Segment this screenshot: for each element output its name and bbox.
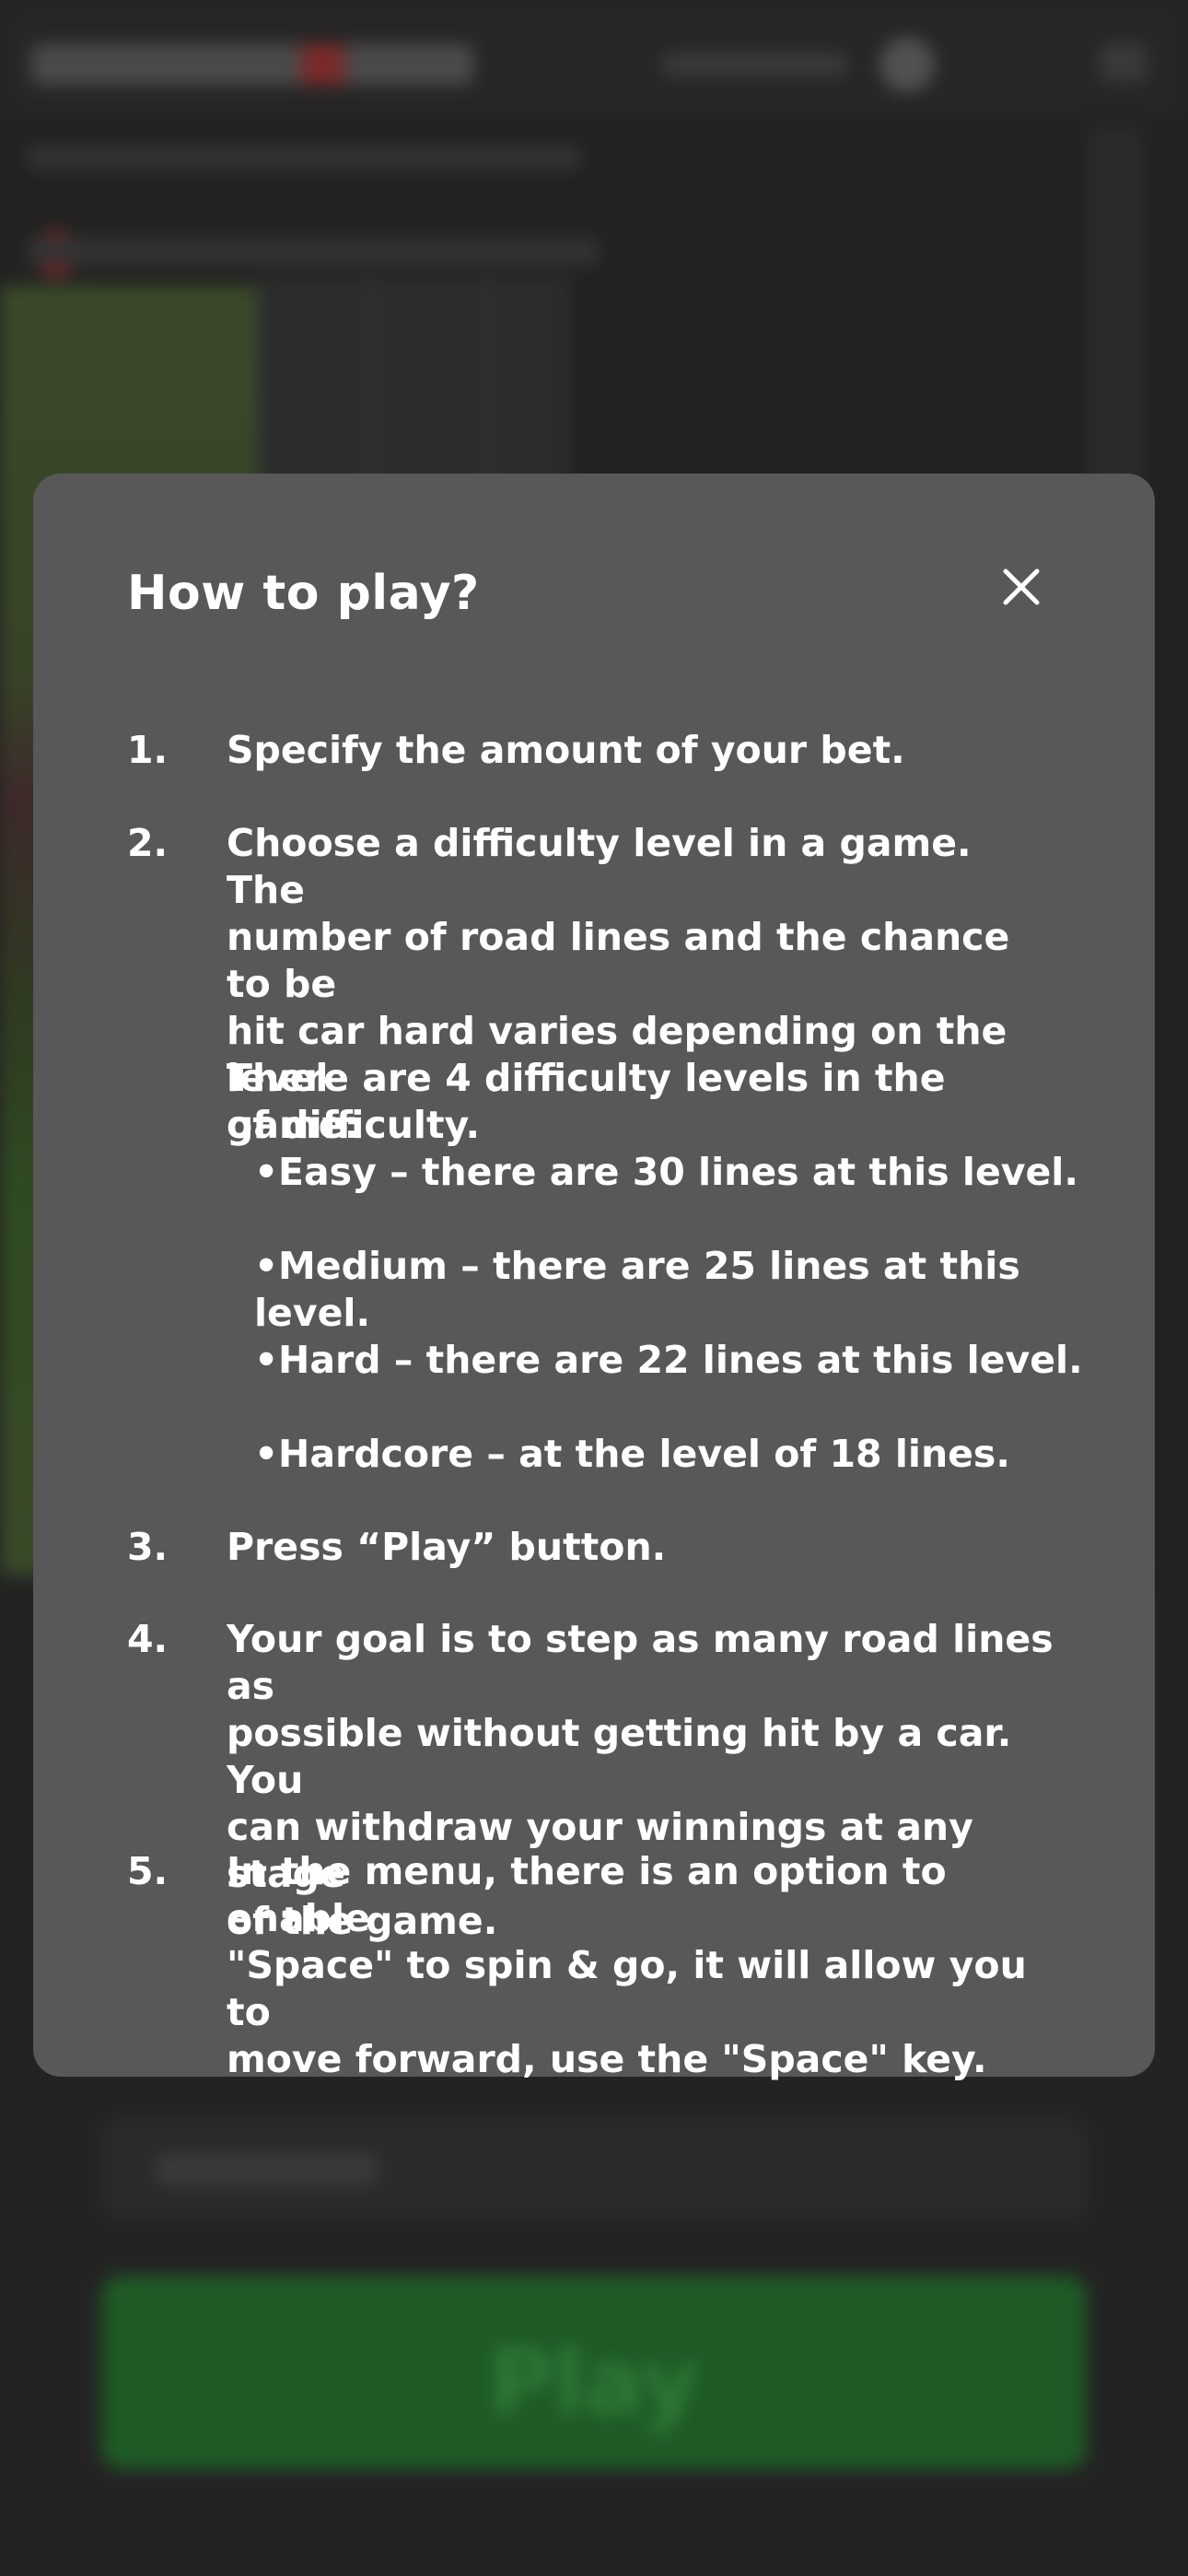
step-line: Specify the amount of your bet. bbox=[227, 728, 905, 772]
bullet-dot: • bbox=[254, 1338, 279, 1382]
app-screen: Play How to play? 1. Specify the amount … bbox=[0, 0, 1188, 2576]
bullet-dot: • bbox=[254, 1244, 279, 1288]
play-button-label: Play bbox=[489, 2331, 699, 2434]
close-button[interactable] bbox=[996, 562, 1046, 612]
close-icon bbox=[1003, 568, 1040, 605]
difficulty-intro: There are 4 difficulty levels in the gam… bbox=[227, 1056, 946, 1147]
step-line: possible without getting hit by a car. Y… bbox=[227, 1711, 1012, 1802]
bullet-dot: • bbox=[254, 1150, 279, 1194]
how-to-play-modal: How to play? 1. Specify the amount of yo… bbox=[33, 474, 1155, 2081]
bet-amount-placeholder bbox=[157, 2154, 378, 2185]
bullet-text: Easy – there are 30 lines at this level. bbox=[278, 1150, 1078, 1194]
top-bar-link bbox=[663, 53, 847, 76]
step-text: In the menu, there is an option to enabl… bbox=[227, 1848, 1055, 2083]
step-line: In the menu, there is an option to enabl… bbox=[227, 1849, 947, 1940]
difficulty-bullet: •Hardcore – at the level of 18 lines. bbox=[254, 1431, 1083, 1478]
difficulty-bullet: •Hard – there are 22 lines at this level… bbox=[254, 1337, 1083, 1384]
step-number: 1. bbox=[127, 728, 169, 772]
step-text: Specify the amount of your bet. bbox=[227, 727, 1055, 774]
difficulty-bullet: •Medium – there are 25 lines at this lev… bbox=[254, 1243, 1083, 1337]
bullet-text: Hardcore – at the level of 18 lines. bbox=[278, 1432, 1010, 1476]
step-line: "Space" to spin & go, it will allow you … bbox=[227, 1943, 1027, 2034]
step-number: 5. bbox=[127, 1849, 169, 1893]
step-number: 4. bbox=[127, 1617, 169, 1661]
bullet-text: Hard – there are 22 lines at this level. bbox=[278, 1338, 1083, 1382]
step-line: Your goal is to step as many road lines … bbox=[227, 1617, 1054, 1708]
step-line: Press “Play” button. bbox=[227, 1525, 667, 1569]
step-number: 3. bbox=[127, 1525, 169, 1569]
step-line: Choose a difficulty level in a game. The bbox=[227, 821, 972, 912]
step-line: number of road lines and the chance to b… bbox=[227, 915, 1010, 1006]
modal-title: How to play? bbox=[127, 566, 480, 621]
difficulty-bullet: •Easy – there are 30 lines at this level… bbox=[254, 1149, 1083, 1196]
site-logo bbox=[31, 44, 473, 85]
bullet-text: Medium – there are 25 lines at this leve… bbox=[254, 1244, 1020, 1335]
step-text: Press “Play” button. bbox=[227, 1524, 1055, 1571]
step-number: 2. bbox=[127, 821, 169, 865]
menu-icon bbox=[1101, 44, 1147, 81]
game-subheader bbox=[28, 238, 599, 265]
avatar bbox=[879, 37, 935, 92]
breadcrumb bbox=[28, 146, 580, 170]
bullet-dot: • bbox=[254, 1432, 279, 1476]
step-line: move forward, use the "Space" key. bbox=[227, 2037, 987, 2081]
